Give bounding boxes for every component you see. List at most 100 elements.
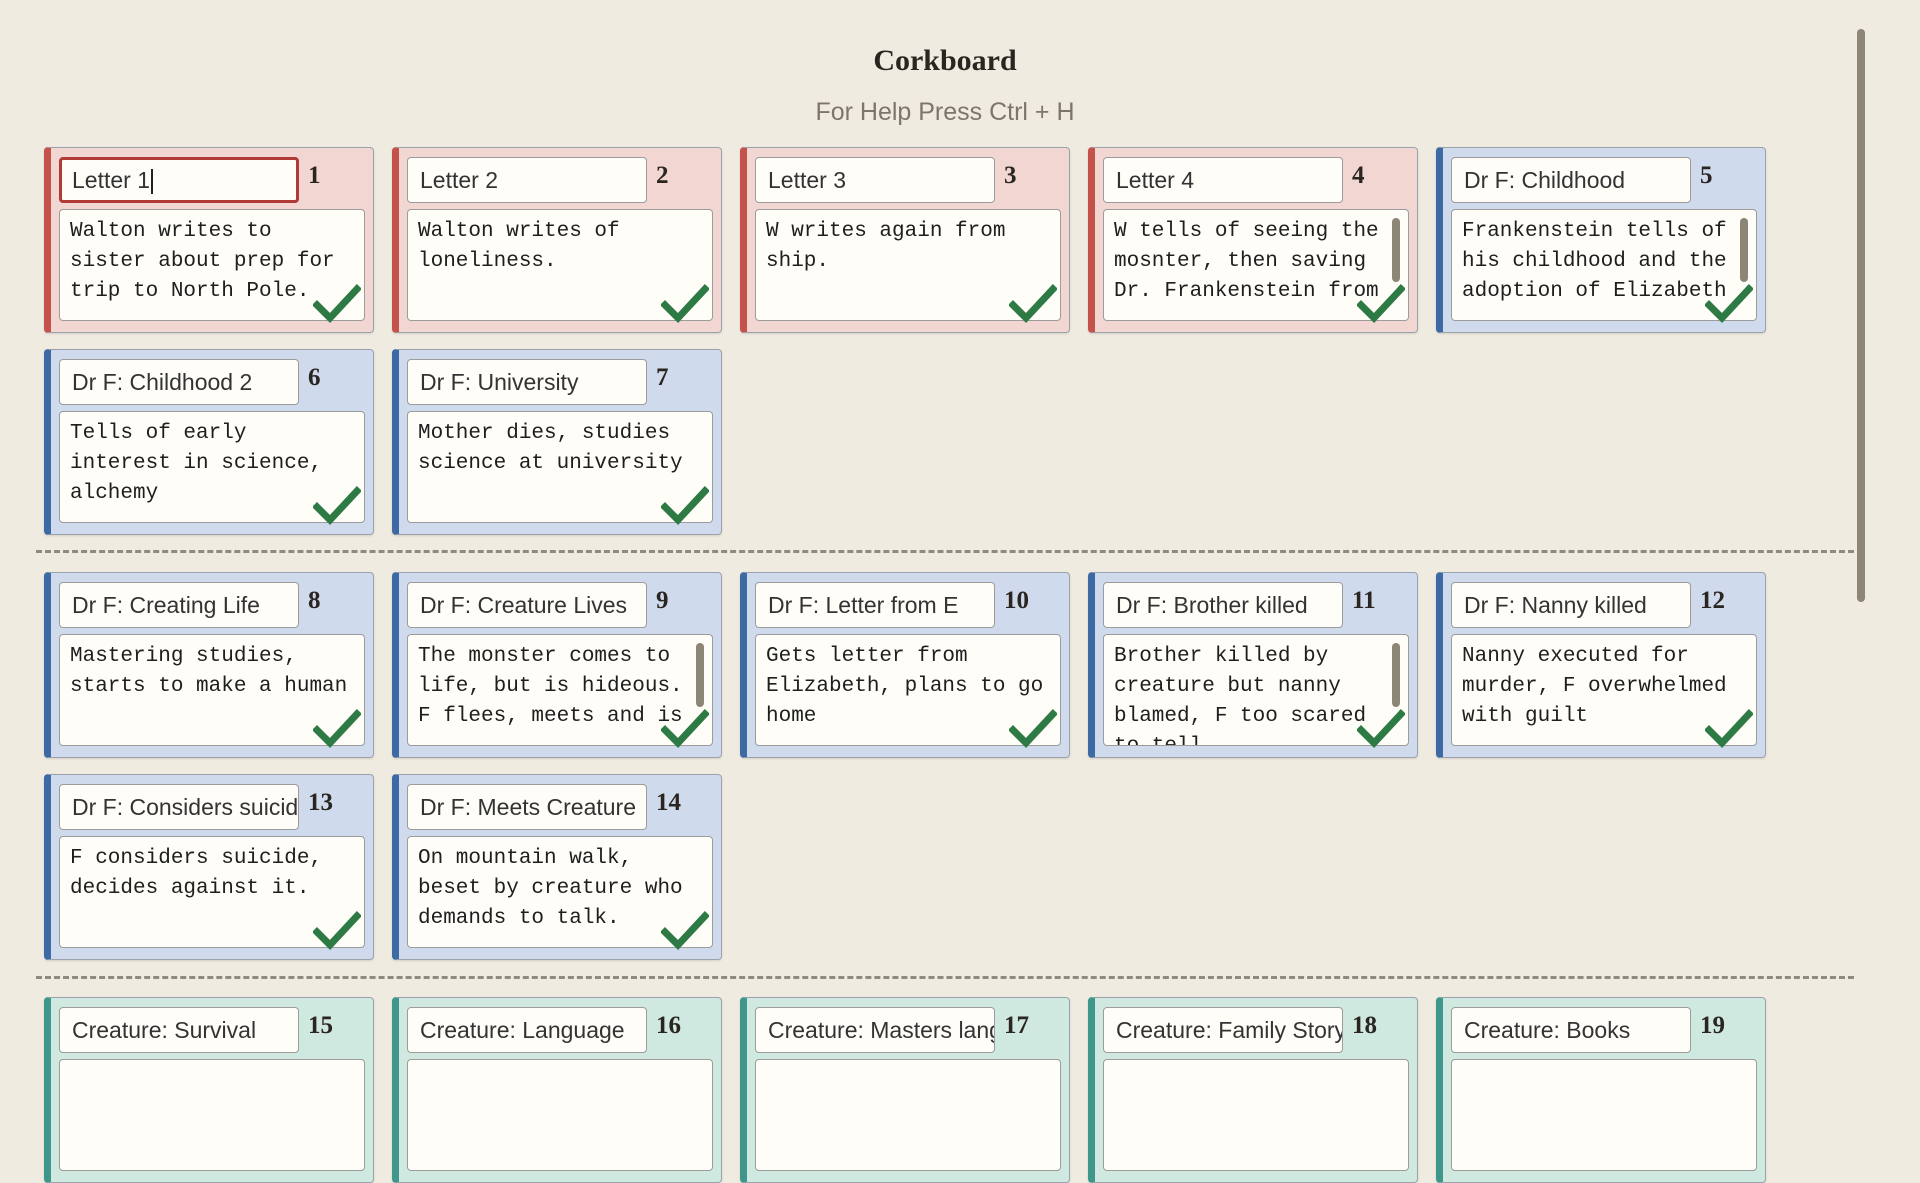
scene-card[interactable]: Letter 2 2 Walton writes of loneliness. bbox=[392, 147, 722, 333]
checkmark-icon[interactable] bbox=[1705, 709, 1753, 749]
scene-card[interactable]: Letter 4 4 W tells of seeing the mosnter, … bbox=[1088, 147, 1418, 333]
card-summary-text: Tells of early interest in science, alch… bbox=[70, 422, 335, 505]
card-title-input[interactable]: Creature: Books bbox=[1451, 1007, 1691, 1053]
card-title-input[interactable]: Dr F: Letter from E bbox=[755, 582, 995, 628]
checkmark-icon[interactable] bbox=[661, 911, 709, 951]
card-summary-scrollbar[interactable] bbox=[696, 643, 704, 707]
scene-card[interactable]: Dr F: Brother killed 11 Brother killed by … bbox=[1088, 572, 1418, 758]
card-title-input[interactable]: Dr F: Childhood 2 bbox=[59, 359, 299, 405]
card-title-input[interactable]: Letter 4 bbox=[1103, 157, 1343, 203]
card-title-input[interactable]: Dr F: Considers suicide bbox=[59, 784, 299, 830]
card-title-input[interactable]: Creature: Family Story bbox=[1103, 1007, 1343, 1053]
card-number: 1 bbox=[308, 162, 321, 189]
card-summary-text: Nanny executed for murder, F overwhelmed… bbox=[1462, 645, 1740, 728]
scene-card[interactable]: Dr F: University 7 Mother dies, studies sc… bbox=[392, 349, 722, 535]
card-summary-text: F considers suicide, decides against it. bbox=[70, 847, 335, 900]
scene-card[interactable]: Creature: Books 19 bbox=[1436, 997, 1766, 1183]
card-number: 13 bbox=[308, 789, 333, 816]
checkmark-icon[interactable] bbox=[661, 486, 709, 526]
card-summary-textarea[interactable] bbox=[407, 1059, 713, 1171]
card-title-input[interactable]: Letter 1 bbox=[59, 157, 299, 203]
card-title-text: Creature: Masters language bbox=[768, 1017, 994, 1043]
card-summary-text: On mountain walk, beset by creature who … bbox=[418, 847, 696, 930]
card-summary-text: Walton writes to sister about prep for t… bbox=[70, 220, 348, 303]
scene-card[interactable]: Dr F: Creature Lives 9 The monster comes t… bbox=[392, 572, 722, 758]
card-title-text: Letter 2 bbox=[420, 167, 498, 193]
card-title-text: Dr F: Childhood 2 bbox=[72, 369, 253, 395]
card-title-text: Dr F: Letter from E bbox=[768, 592, 959, 618]
card-title-input[interactable]: Creature: Masters language bbox=[755, 1007, 995, 1053]
card-title-text: Dr F: Meets Creature bbox=[420, 794, 636, 820]
scene-card[interactable]: Dr F: Childhood 2 6 Tells of early interes… bbox=[44, 349, 374, 535]
checkmark-icon[interactable] bbox=[313, 284, 361, 324]
scene-card[interactable]: Dr F: Letter from E 10 Gets letter from El… bbox=[740, 572, 1070, 758]
card-number: 11 bbox=[1352, 587, 1376, 614]
checkmark-icon[interactable] bbox=[1009, 709, 1057, 749]
scene-card[interactable]: Dr F: Meets Creature 14 On mountain walk, … bbox=[392, 774, 722, 960]
checkmark-icon[interactable] bbox=[1009, 284, 1057, 324]
card-summary-textarea[interactable] bbox=[755, 1059, 1061, 1171]
checkmark-icon[interactable] bbox=[1357, 709, 1405, 749]
scene-card[interactable]: Creature: Language 16 bbox=[392, 997, 722, 1183]
checkmark-icon[interactable] bbox=[313, 486, 361, 526]
text-caret bbox=[151, 169, 153, 195]
scene-card[interactable]: Dr F: Childhood 5 Frankenstein tells of hi… bbox=[1436, 147, 1766, 333]
card-title-text: Creature: Language bbox=[420, 1017, 625, 1043]
card-number: 18 bbox=[1352, 1012, 1377, 1039]
page-title: Corkboard bbox=[873, 44, 1017, 77]
checkmark-icon[interactable] bbox=[661, 284, 709, 324]
card-title-text: Dr F: Considers suicide bbox=[72, 794, 299, 820]
card-title-input[interactable]: Creature: Survival bbox=[59, 1007, 299, 1053]
card-title-input[interactable]: Dr F: Childhood bbox=[1451, 157, 1691, 203]
card-summary-scrollbar[interactable] bbox=[1392, 643, 1400, 707]
card-number: 8 bbox=[308, 587, 321, 614]
card-title-input[interactable]: Dr F: Brother killed bbox=[1103, 582, 1343, 628]
scene-card[interactable]: Dr F: Creating Life 8 Mastering studies, s… bbox=[44, 572, 374, 758]
card-summary-text: Walton writes of loneliness. bbox=[418, 220, 633, 273]
scene-card[interactable]: Letter 3 3 W writes again from ship. bbox=[740, 147, 1070, 333]
card-summary-scrollbar[interactable] bbox=[1740, 218, 1748, 282]
checkmark-icon[interactable] bbox=[313, 709, 361, 749]
section-divider bbox=[36, 550, 1854, 553]
card-title-input[interactable]: Letter 2 bbox=[407, 157, 647, 203]
card-summary-text: Mastering studies, starts to make a huma… bbox=[70, 645, 348, 698]
page-scrollbar[interactable] bbox=[1857, 29, 1865, 602]
scene-card[interactable]: Dr F: Considers suicide 13 F considers sui… bbox=[44, 774, 374, 960]
scene-card[interactable]: Creature: Masters language 17 bbox=[740, 997, 1070, 1183]
card-number: 4 bbox=[1352, 162, 1365, 189]
card-number: 17 bbox=[1004, 1012, 1029, 1039]
section-divider bbox=[36, 976, 1854, 979]
card-summary-scrollbar[interactable] bbox=[1392, 218, 1400, 282]
card-title-input[interactable]: Dr F: Creating Life bbox=[59, 582, 299, 628]
card-summary-textarea[interactable] bbox=[59, 1059, 365, 1171]
card-title-text: Dr F: University bbox=[420, 369, 579, 395]
card-title-input[interactable]: Dr F: Nanny killed bbox=[1451, 582, 1691, 628]
card-number: 2 bbox=[656, 162, 669, 189]
card-title-input[interactable]: Dr F: Creature Lives bbox=[407, 582, 647, 628]
scene-card[interactable]: Creature: Survival 15 bbox=[44, 997, 374, 1183]
checkmark-icon[interactable] bbox=[1357, 284, 1405, 324]
card-summary-text: Brother killed by creature but nanny bla… bbox=[1114, 645, 1367, 745]
scene-card[interactable]: Letter 1 1 Walton writes to sister about p… bbox=[44, 147, 374, 333]
card-title-input[interactable]: Dr F: Meets Creature bbox=[407, 784, 647, 830]
card-title-input[interactable]: Letter 3 bbox=[755, 157, 995, 203]
card-title-input[interactable]: Creature: Language bbox=[407, 1007, 647, 1053]
card-title-text: Letter 1 bbox=[72, 167, 150, 193]
card-title-text: Dr F: Nanny killed bbox=[1464, 592, 1647, 618]
card-number: 14 bbox=[656, 789, 681, 816]
card-title-text: Letter 3 bbox=[768, 167, 846, 193]
scene-card[interactable]: Dr F: Nanny killed 12 Nanny executed for m… bbox=[1436, 572, 1766, 758]
checkmark-icon[interactable] bbox=[1705, 284, 1753, 324]
help-hint: For Help Press Ctrl + H bbox=[815, 98, 1075, 126]
card-number: 5 bbox=[1700, 162, 1713, 189]
card-title-input[interactable]: Dr F: University bbox=[407, 359, 647, 405]
checkmark-icon[interactable] bbox=[313, 911, 361, 951]
card-summary-textarea[interactable] bbox=[1103, 1059, 1409, 1171]
scene-card[interactable]: Creature: Family Story 18 bbox=[1088, 997, 1418, 1183]
card-title-text: Dr F: Creature Lives bbox=[420, 592, 628, 618]
checkmark-icon[interactable] bbox=[661, 709, 709, 749]
card-summary-textarea[interactable] bbox=[1451, 1059, 1757, 1171]
card-summary-text: Frankenstein tells of his childhood and … bbox=[1462, 220, 1740, 303]
card-summary-text: W tells of seeing the mosnter, then savi… bbox=[1114, 220, 1392, 303]
card-summary-text: Mother dies, studies science at universi… bbox=[418, 422, 683, 475]
